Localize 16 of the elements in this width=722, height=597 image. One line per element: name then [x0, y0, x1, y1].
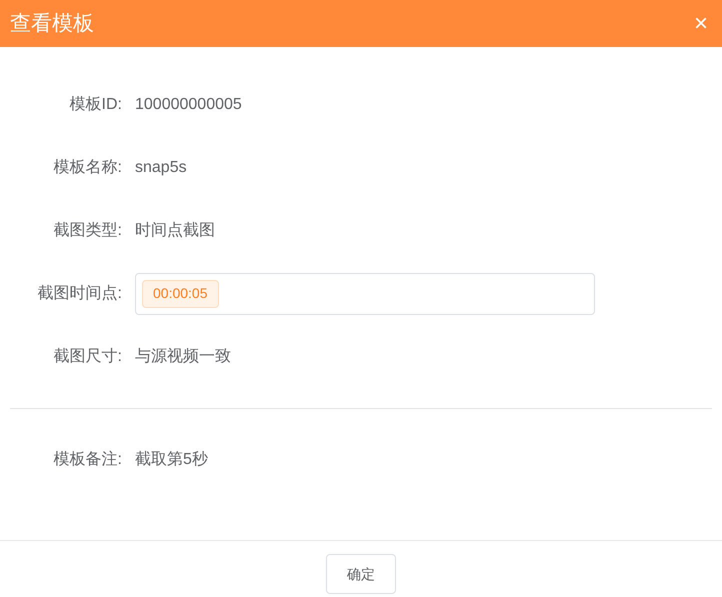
field-value: 截取第5秒: [135, 450, 208, 468]
field-value: 时间点截图: [135, 222, 215, 238]
confirm-button[interactable]: 确定: [326, 554, 396, 594]
field-label: 模板名称:: [52, 158, 122, 178]
field-label: 模板ID:: [68, 94, 122, 114]
field-value: 100000000005: [135, 96, 242, 112]
field-value: snap5s: [135, 158, 187, 176]
dialog-title: 查看模板: [10, 10, 94, 37]
tag-field[interactable]: 00:00:05: [135, 272, 595, 314]
field-label: 截图类型:: [52, 220, 122, 240]
field-label: 截图时间点:: [36, 284, 122, 304]
time-tag: 00:00:05: [142, 280, 218, 308]
field-label: 截图尺寸:: [52, 346, 122, 366]
field-value: 与源视频一致: [135, 348, 231, 364]
field-label: 模板备注:: [52, 450, 122, 470]
close-button[interactable]: ×: [694, 12, 708, 36]
